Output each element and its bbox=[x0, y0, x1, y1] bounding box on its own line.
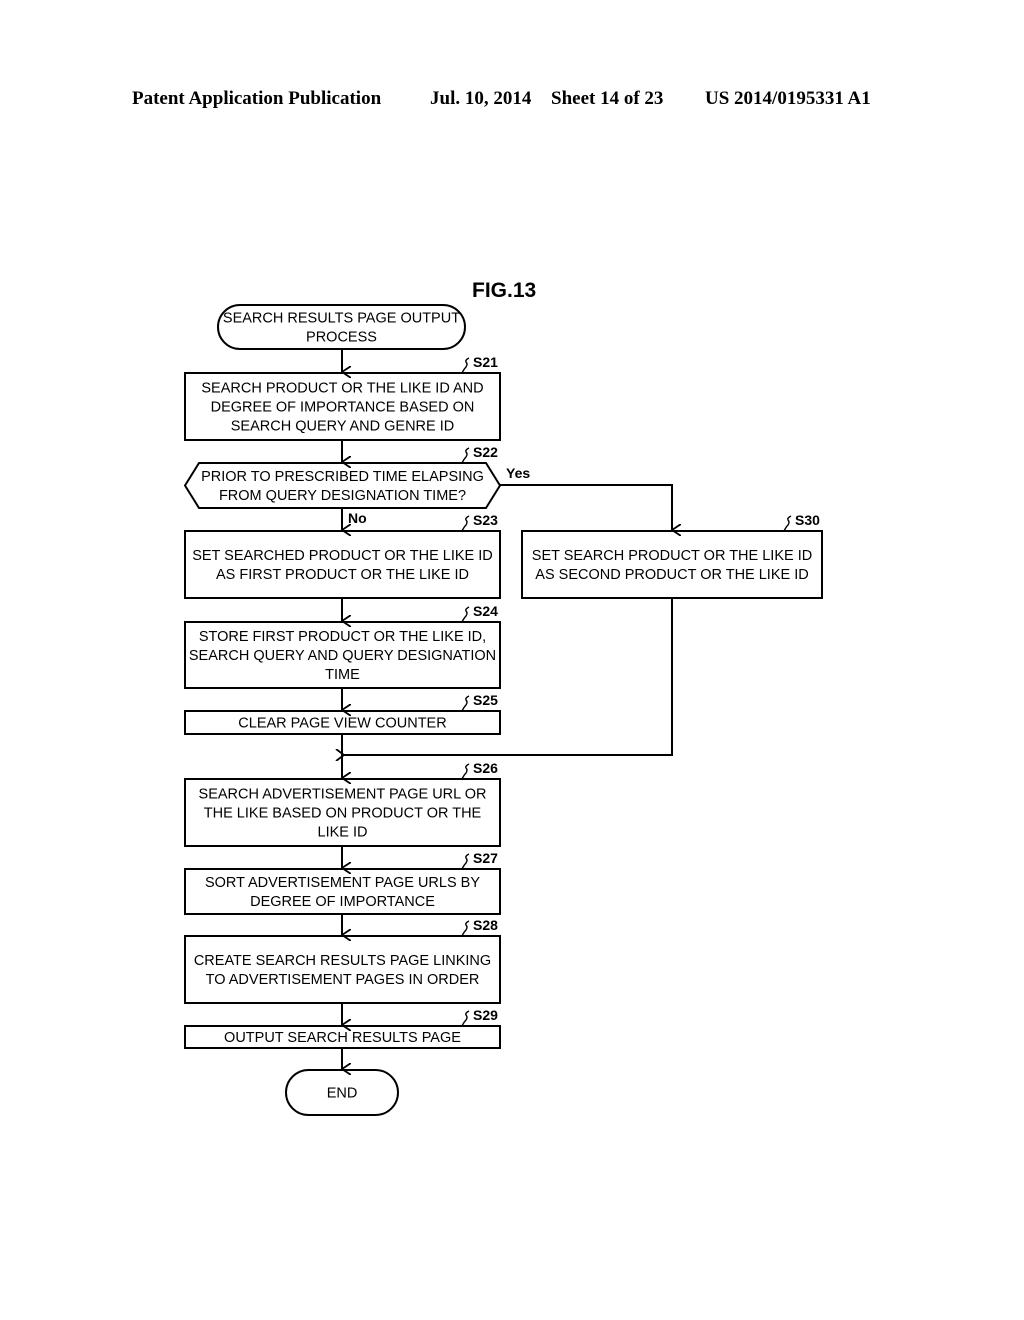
flowchart: FIG.13 SEARCH RESULTS PAGE OUTPUT PROCESS… bbox=[183, 279, 823, 1116]
branch-label-yes: Yes bbox=[506, 465, 530, 481]
step-label-s28: S28 bbox=[473, 917, 498, 933]
step-s24-text-line: SEARCH QUERY AND QUERY DESIGNATION bbox=[189, 648, 496, 664]
step-label-s23: S23 bbox=[473, 512, 498, 528]
start-terminator-text-line: SEARCH RESULTS PAGE OUTPUT bbox=[223, 310, 460, 326]
step-label-s22: S22 bbox=[473, 444, 498, 460]
step-leader-squiggle bbox=[461, 447, 470, 464]
step-s21-text-line: SEARCH PRODUCT OR THE LIKE ID AND bbox=[201, 380, 483, 396]
step-s23-text-line: AS FIRST PRODUCT OR THE LIKE ID bbox=[216, 567, 469, 583]
end-terminator-text-line: END bbox=[327, 1086, 358, 1102]
step-s26-text-line: THE LIKE BASED ON PRODUCT OR THE bbox=[204, 806, 482, 822]
step-s22-text-line: FROM QUERY DESIGNATION TIME? bbox=[219, 488, 466, 504]
step-s26-text-line: SEARCH ADVERTISEMENT PAGE URL OR bbox=[199, 786, 487, 802]
step-leader-squiggle bbox=[461, 853, 470, 870]
step-s30-text-line: SET SEARCH PRODUCT OR THE LIKE ID bbox=[532, 548, 812, 564]
step-label-s27: S27 bbox=[473, 850, 498, 866]
process-box-s30 bbox=[521, 530, 823, 599]
step-s28-text-line: TO ADVERTISEMENT PAGES IN ORDER bbox=[206, 972, 480, 988]
step-s28-text-line: CREATE SEARCH RESULTS PAGE LINKING bbox=[194, 953, 491, 969]
step-s24-text-line: TIME bbox=[325, 667, 360, 683]
step-s22-text-line: PRIOR TO PRESCRIBED TIME ELAPSING bbox=[201, 469, 484, 485]
step-leader-squiggle bbox=[461, 515, 470, 532]
step-leader-squiggle bbox=[461, 606, 470, 623]
step-leader-squiggle bbox=[461, 695, 470, 712]
step-s29-text-line: OUTPUT SEARCH RESULTS PAGE bbox=[224, 1030, 461, 1046]
step-leader-squiggle bbox=[461, 1010, 470, 1027]
step-s27-text-line: SORT ADVERTISEMENT PAGE URLS BY bbox=[205, 875, 480, 891]
step-leader-squiggle bbox=[783, 515, 792, 532]
step-s21-text-line: DEGREE OF IMPORTANCE BASED ON bbox=[211, 400, 475, 416]
step-s26-text-line: LIKE ID bbox=[318, 825, 368, 841]
process-box-s28 bbox=[184, 935, 501, 1004]
figure-title: FIG.13 bbox=[472, 279, 536, 302]
step-leader-squiggle bbox=[461, 357, 470, 374]
step-s24-text-line: STORE FIRST PRODUCT OR THE LIKE ID, bbox=[199, 629, 486, 645]
step-leader-squiggle bbox=[461, 763, 470, 780]
step-s23-text-line: SET SEARCHED PRODUCT OR THE LIKE ID bbox=[192, 548, 493, 564]
start-terminator-text-line: PROCESS bbox=[306, 330, 377, 346]
step-label-s30: S30 bbox=[795, 512, 820, 528]
process-box-s23 bbox=[184, 530, 501, 599]
step-label-s26: S26 bbox=[473, 760, 498, 776]
step-label-s24: S24 bbox=[473, 603, 498, 619]
arrow-s22-to-s30-yes bbox=[500, 484, 672, 530]
branch-label-no: No bbox=[348, 510, 367, 526]
step-leader-squiggle bbox=[461, 920, 470, 937]
step-label-s29: S29 bbox=[473, 1007, 498, 1023]
step-s21-text-line: SEARCH QUERY AND GENRE ID bbox=[231, 419, 454, 435]
step-label-s21: S21 bbox=[473, 354, 498, 370]
step-s30-text-line: AS SECOND PRODUCT OR THE LIKE ID bbox=[535, 567, 808, 583]
step-s27-text-line: DEGREE OF IMPORTANCE bbox=[250, 894, 435, 910]
step-s25-text-line: CLEAR PAGE VIEW COUNTER bbox=[238, 716, 446, 732]
step-label-s25: S25 bbox=[473, 692, 498, 708]
